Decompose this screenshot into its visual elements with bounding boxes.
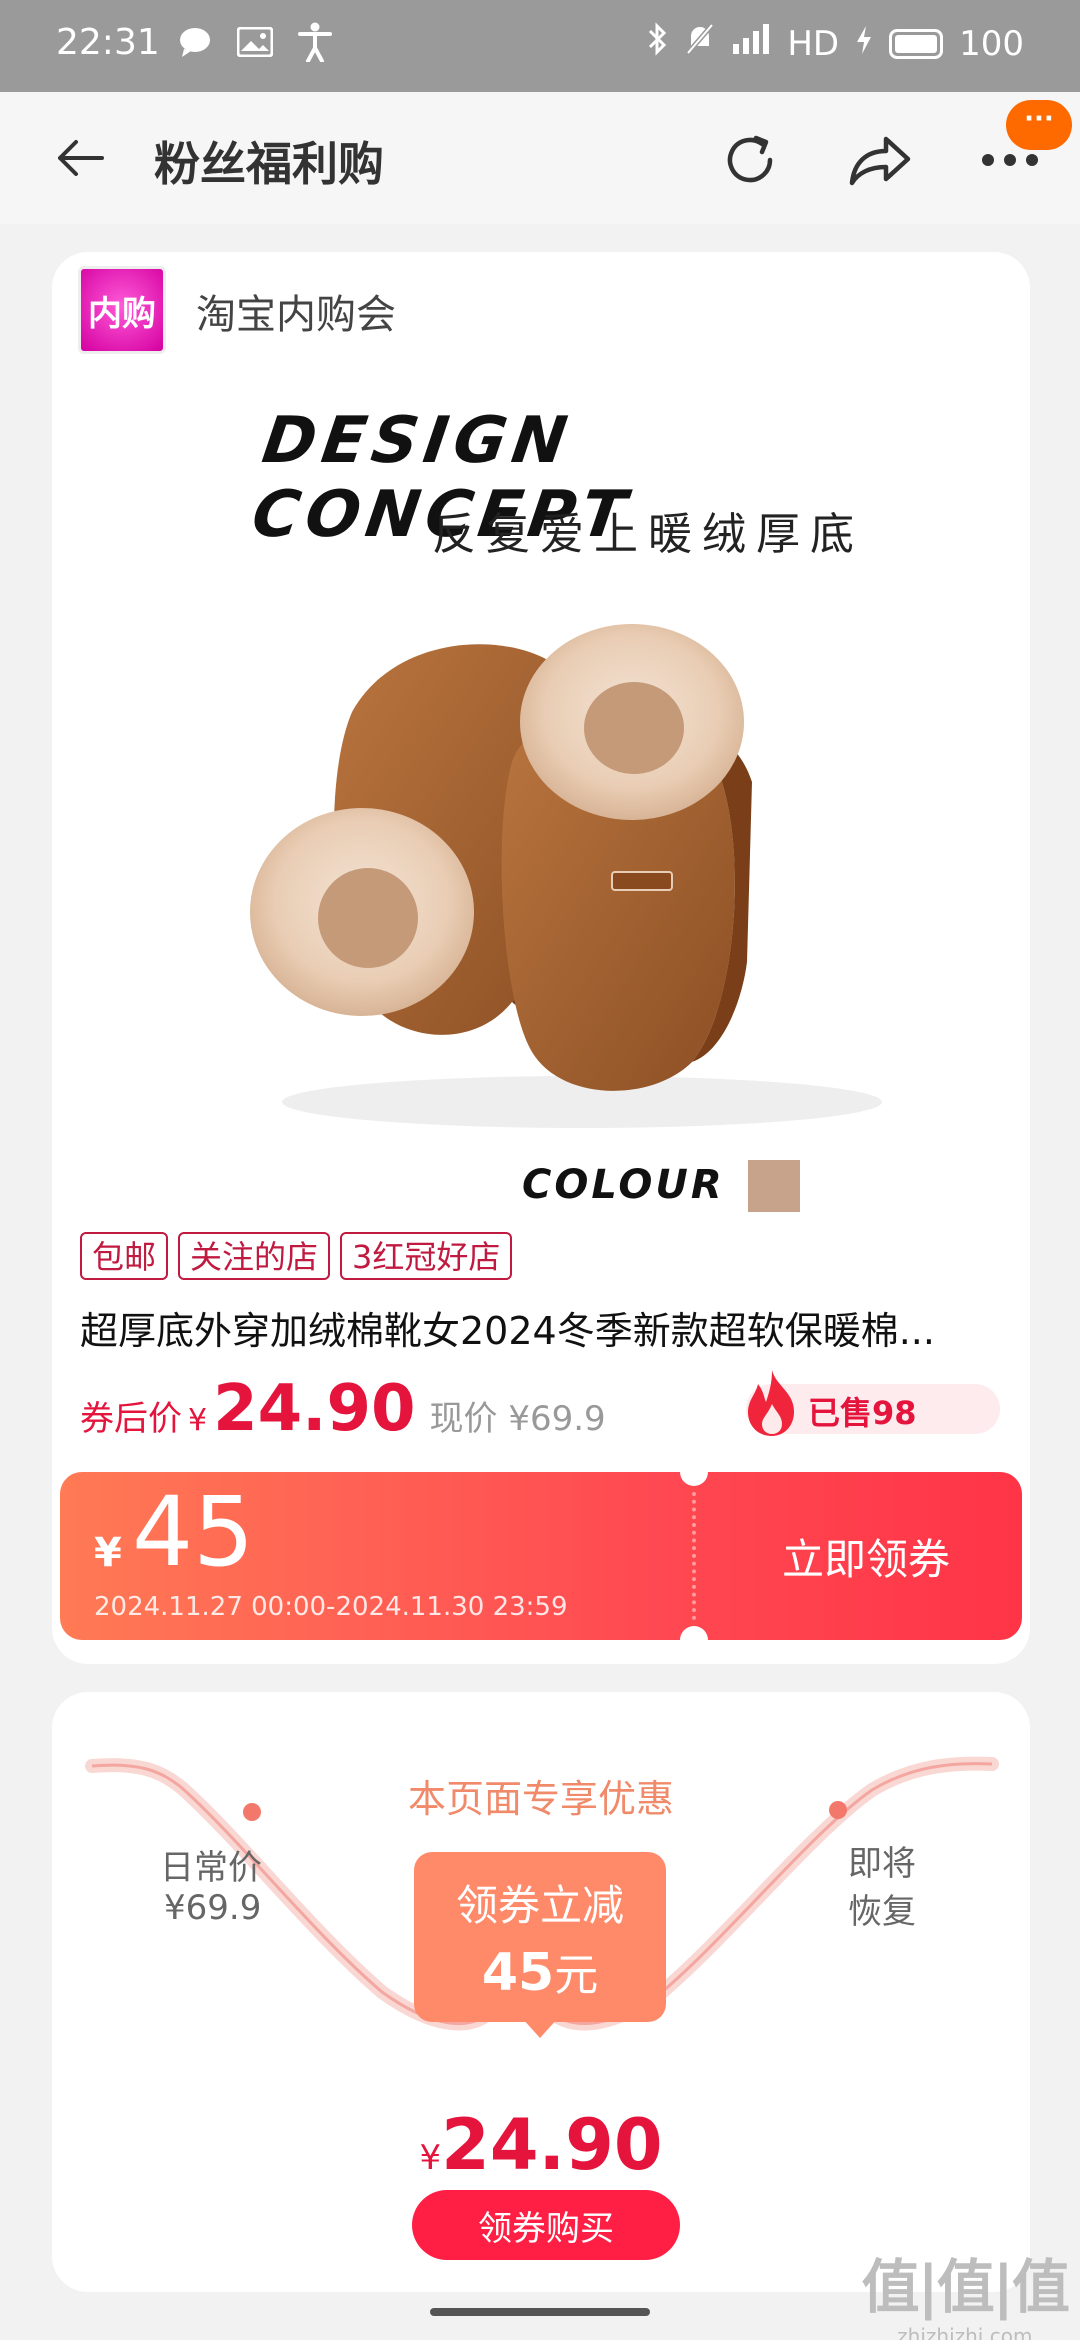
product-card[interactable]: 内购 淘宝内购会 DESIGN CONCEPT 反复爱上暖绒厚底 COLOUR … [52,252,1030,1664]
coupon-discount-box: 领券立减 45元 [414,1852,666,2022]
battery-level: 100 [959,23,1024,64]
accessibility-icon [296,20,334,64]
signal-5g-icon [731,22,771,65]
after-coupon-label: 券后价 [80,1399,182,1439]
back-button[interactable] [44,122,116,194]
page-title: 粉丝福利购 [154,137,384,191]
coupon-divider [692,1492,696,1620]
back-arrow-icon [58,140,104,176]
colour-swatch [748,1160,800,1212]
battery-icon [889,28,944,59]
coupon-banner[interactable]: ¥ 45 2024.11.27 00:00-2024.11.30 23:59 立… [60,1472,1022,1640]
network-label: HD [787,23,840,64]
currency-symbol: ¥ [188,1403,208,1438]
tag-row: 包邮 关注的店 3红冠好店 [80,1232,513,1280]
claim-coupon-button[interactable]: 立即领券 [710,1472,1022,1640]
product-image[interactable]: DESIGN CONCEPT 反复爱上暖绒厚底 COLOUR [162,322,942,1322]
shop-logo[interactable]: 内购 [78,266,166,354]
coupon-currency: ¥ [94,1530,122,1576]
claim-and-buy-button[interactable]: 领券购买 [412,2190,680,2260]
discount-unit: 元 [554,1950,599,2001]
restore-soon-label: 即将恢复 [848,1844,916,1932]
tag-free-shipping: 包邮 [80,1232,169,1280]
coupon-validity: 2024.11.27 00:00-2024.11.30 23:59 [94,1592,568,1622]
status-notification-icons [176,20,334,64]
gallery-icon [236,20,274,64]
share-icon [849,136,911,186]
watermark-url: zhizhizhi.com [897,2324,1033,2340]
image-subtitle: 反复爱上暖绒厚底 [432,509,864,560]
more-dots-icon [982,154,1038,166]
discount-caption: 领券立减 [455,1881,624,1930]
status-system-icons: HD 100 [647,22,1024,65]
coupon-notch-top [680,1472,708,1486]
discount-box-pointer [522,2018,558,2038]
daily-price-label: 日常价 [160,1848,262,1888]
slippers-illustration [250,624,882,1128]
status-bar: 22:31 HD 100 [0,0,1080,92]
discount-amount: 45 [481,1943,555,2003]
tag-good-shop: 3红冠好店 [340,1232,513,1280]
fire-icon [748,1370,794,1436]
nav-bar: 粉丝福利购 [0,92,1080,224]
watermark: 值|值|值 zhizhizhi.com [861,2240,1070,2340]
refresh-button[interactable] [712,122,788,198]
coupon-notch-bottom [680,1626,708,1640]
colour-label: COLOUR [522,1162,725,1208]
charging-icon [855,24,873,64]
coupon-amount: 45 [132,1476,255,1588]
final-price-value: 24.90 [441,2104,663,2186]
discount-amount-line: 45元 [414,1939,666,2003]
bluetooth-icon [647,22,669,65]
tag-followed-shop: 关注的店 [178,1232,331,1280]
after-coupon-price: 24.90 [213,1372,416,1446]
daily-price-value: ¥69.9 [164,1888,262,1928]
status-time: 22:31 [56,22,160,63]
watermark-logo: 值|值|值 [861,2253,1070,2321]
message-badge[interactable]: ··· [1006,100,1072,150]
share-button[interactable] [842,122,918,198]
mute-bell-icon [685,22,715,65]
sold-count: 已售98 [808,1394,917,1432]
price-line: 券后价 ¥ 24.90 现价 ¥69.9 [80,1372,606,1452]
refresh-icon [727,135,773,183]
exclusive-offer-card: 本页面专享优惠 日常价 ¥69.9 即将恢复 领券立减 45元 ¥24.90 领… [52,1692,1030,2292]
chat-bubble-icon [176,20,214,64]
final-currency: ¥ [419,2138,442,2178]
final-price: ¥24.90 [52,2104,1030,2186]
product-title[interactable]: 超厚底外穿加绒棉靴女2024冬季新款超软保暖棉... [80,1300,1020,1355]
current-price: 现价 ¥69.9 [429,1399,606,1439]
home-indicator[interactable] [430,2308,650,2316]
exclusive-heading: 本页面专享优惠 [407,1777,674,1821]
